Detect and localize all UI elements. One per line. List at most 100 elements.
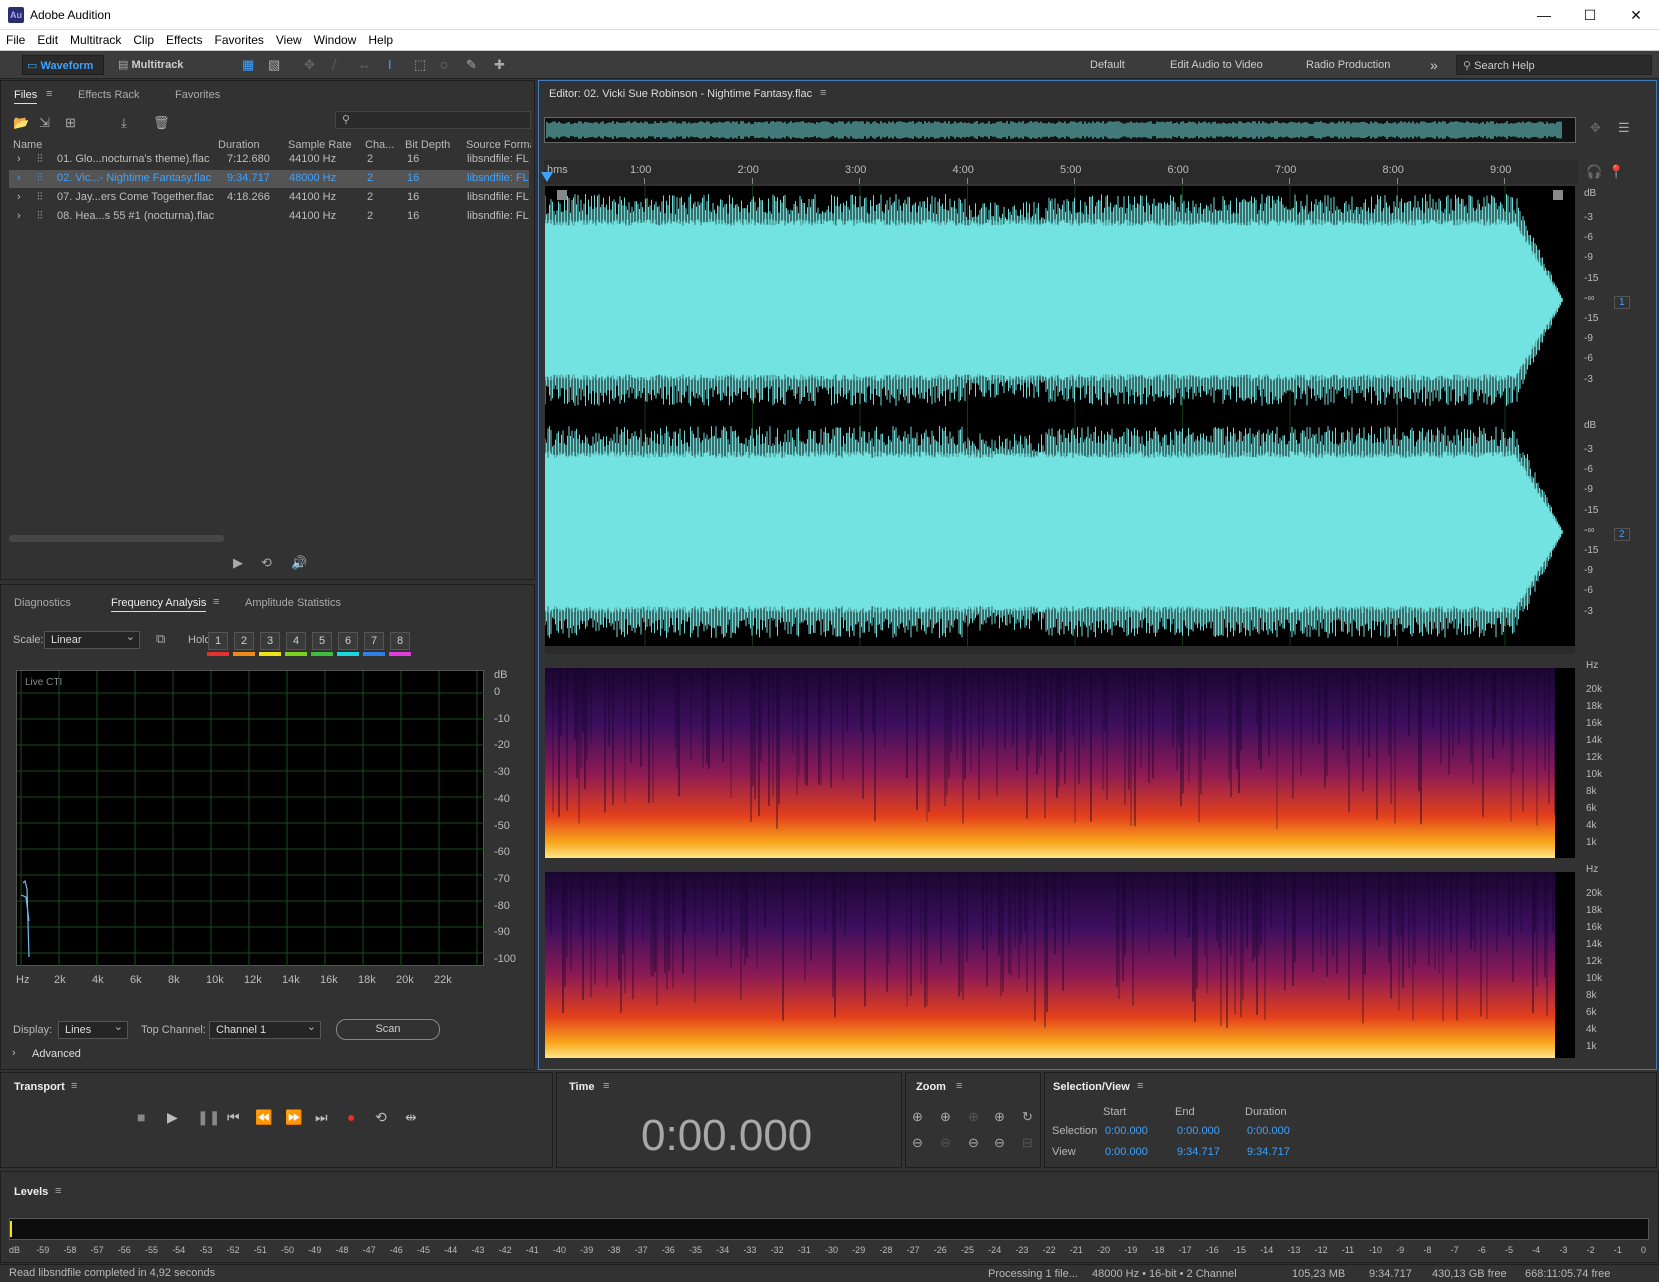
col-sample-rate[interactable]: Sample Rate — [288, 139, 352, 151]
multitrack-view-button[interactable]: ▤ Multitrack — [114, 55, 204, 75]
menu-multitrack[interactable]: Multitrack — [64, 30, 127, 50]
tab-frequency-analysis[interactable]: Frequency Analysis — [111, 597, 206, 612]
autoplay-icon[interactable]: 🔊 — [291, 555, 307, 571]
channel-1-toggle[interactable]: 1 — [1614, 296, 1630, 309]
selection-menu-icon[interactable]: ≡ — [1137, 1080, 1143, 1092]
waveform-view-button[interactable]: ▭ Waveform — [22, 55, 104, 75]
selection-duration[interactable]: 0:00.000 — [1247, 1125, 1290, 1137]
editor-menu-icon[interactable]: ≡ — [820, 87, 826, 99]
fast-forward-icon[interactable]: ⏩ — [285, 1109, 302, 1126]
frequency-menu-icon[interactable]: ≡ — [213, 596, 219, 608]
tab-favorites[interactable]: Favorites — [175, 89, 220, 101]
col-bit-depth[interactable]: Bit Depth — [405, 139, 450, 151]
import-file-icon[interactable]: ⇲ — [39, 115, 50, 131]
play-file-icon[interactable]: ▶ — [233, 555, 243, 571]
scale-dropdown[interactable]: Linear — [44, 631, 140, 649]
menu-window[interactable]: Window — [308, 30, 363, 50]
maximize-icon[interactable]: ☐ — [1567, 0, 1613, 30]
expand-chevron-icon[interactable]: › — [17, 172, 21, 184]
new-file-icon[interactable]: ⊞ — [65, 115, 76, 131]
panel-menu-icon[interactable]: ☰ — [1618, 120, 1630, 136]
view-splitter[interactable] — [545, 646, 1575, 654]
insert-into-multitrack-icon[interactable]: ⤓ — [121, 115, 127, 131]
pause-icon[interactable]: ❚❚ — [197, 1109, 220, 1126]
col-duration[interactable]: Duration — [218, 139, 260, 151]
spectrogram-ch1[interactable] — [545, 668, 1575, 858]
zoom-navigator-icon[interactable]: ✥ — [1590, 120, 1601, 136]
zoom-menu-icon[interactable]: ≡ — [956, 1080, 962, 1092]
menu-edit[interactable]: Edit — [31, 30, 64, 50]
hold-button-6[interactable]: 6 — [338, 632, 358, 650]
selection-end[interactable]: 0:00.000 — [1177, 1125, 1220, 1137]
workspace-default[interactable]: Default — [1090, 55, 1125, 75]
zoom-in-point-icon[interactable]: ⊕ — [994, 1109, 1005, 1125]
expand-chevron-icon[interactable]: › — [17, 191, 21, 203]
zoom-out-time-icon[interactable]: ⊖ — [940, 1135, 951, 1151]
expand-chevron-icon[interactable]: › — [17, 153, 21, 165]
record-icon[interactable]: ● — [347, 1109, 355, 1125]
search-help-field[interactable]: ⚲ Search Help — [1456, 55, 1652, 75]
time-menu-icon[interactable]: ≡ — [603, 1080, 609, 1092]
display-dropdown[interactable]: Lines — [58, 1021, 128, 1039]
stop-icon[interactable]: ■ — [137, 1109, 145, 1125]
zoom-out-amplitude-icon[interactable]: ⊖ — [912, 1135, 923, 1151]
hold-button-5[interactable]: 5 — [312, 632, 332, 650]
slip-tool-icon[interactable]: ↔ — [358, 55, 371, 75]
marker-pin-icon[interactable]: 📍 — [1608, 164, 1624, 180]
menu-favorites[interactable]: Favorites — [209, 30, 270, 50]
marquee-tool-icon[interactable]: ⬚ — [414, 55, 426, 75]
headphones-icon[interactable]: 🎧 — [1586, 164, 1602, 180]
tab-amplitude-statistics[interactable]: Amplitude Statistics — [245, 597, 341, 609]
channel-2-toggle[interactable]: 2 — [1614, 528, 1630, 541]
zoom-out-point-icon[interactable]: ⊖ — [994, 1135, 1005, 1151]
fade-in-handle-icon[interactable] — [557, 190, 567, 200]
move-tool-icon[interactable]: ✥ — [304, 55, 315, 75]
skip-forward-icon[interactable]: ⏭ — [315, 1109, 328, 1126]
loop-file-icon[interactable]: ⟲ — [261, 555, 272, 571]
hold-button-4[interactable]: 4 — [286, 632, 306, 650]
spectral-pitch-icon[interactable]: ▧ — [268, 55, 280, 75]
file-row[interactable]: › ⫶⫶ 08. Hea...s 55 #1 (nocturna).flac 4410… — [9, 208, 529, 226]
brush-tool-icon[interactable]: ✎ — [466, 55, 477, 75]
lasso-tool-icon[interactable]: ◌ — [440, 55, 448, 75]
horizontal-scrollbar[interactable] — [9, 535, 224, 542]
skip-selection-icon[interactable]: ⇹ — [405, 1109, 417, 1126]
advanced-chevron-icon[interactable]: › — [12, 1047, 16, 1059]
zoom-to-selection-icon[interactable]: ⊕ — [968, 1109, 979, 1125]
spectrogram-ch2[interactable] — [545, 872, 1575, 1058]
view-start[interactable]: 0:00.000 — [1105, 1146, 1148, 1158]
col-source-format[interactable]: Source Format — [466, 139, 531, 151]
workspace-edit-audio-to-video[interactable]: Edit Audio to Video — [1170, 55, 1263, 75]
file-row[interactable]: › ⫶⫶ 02. Vic...- Nightime Fantasy.flac 9:34… — [9, 170, 529, 188]
menu-effects[interactable]: Effects — [160, 30, 208, 50]
menu-view[interactable]: View — [270, 30, 308, 50]
hold-button-1[interactable]: 1 — [208, 632, 228, 650]
col-channels[interactable]: Cha... — [365, 139, 394, 151]
skip-back-icon[interactable]: ⏮ — [227, 1109, 240, 1126]
overview-bar[interactable] — [544, 117, 1576, 143]
spot-healing-icon[interactable]: ✚ — [494, 55, 505, 75]
play-icon[interactable]: ▶ — [167, 1109, 178, 1126]
file-row[interactable]: › ⫶⫶ 07. Jay...ers Come Together.flac 4:18.… — [9, 189, 529, 207]
levels-menu-icon[interactable]: ≡ — [55, 1185, 61, 1197]
view-duration[interactable]: 9:34.717 — [1247, 1146, 1290, 1158]
playhead-marker[interactable] — [541, 172, 553, 182]
zoom-in-time-icon[interactable]: ⊕ — [940, 1109, 951, 1125]
files-search-input[interactable]: ⚲ — [335, 111, 531, 129]
zoom-in-amplitude-icon[interactable]: ⊕ — [912, 1109, 923, 1125]
hold-button-8[interactable]: 8 — [390, 632, 410, 650]
zoom-out-full-icon[interactable]: ⊖ — [968, 1135, 979, 1151]
more-workspaces-icon[interactable]: » — [1430, 55, 1438, 75]
delete-icon[interactable]: 🗑 — [153, 115, 170, 131]
advanced-toggle[interactable]: Advanced — [32, 1048, 81, 1060]
col-name[interactable]: Name — [13, 139, 42, 151]
time-ruler[interactable]: hms 1:00 2:00 3:00 4:00 5:00 6:00 7:00 8:00 9:00 — [544, 160, 1578, 184]
tab-diagnostics[interactable]: Diagnostics — [14, 597, 71, 609]
razor-tool-icon[interactable]: ⧸ — [332, 55, 336, 75]
waveform-display[interactable] — [545, 186, 1575, 646]
hold-button-3[interactable]: 3 — [260, 632, 280, 650]
fade-out-handle-icon[interactable] — [1553, 190, 1563, 200]
view-end[interactable]: 9:34.717 — [1177, 1146, 1220, 1158]
expand-chevron-icon[interactable]: › — [17, 210, 21, 222]
workspace-radio-production[interactable]: Radio Production — [1306, 55, 1390, 75]
